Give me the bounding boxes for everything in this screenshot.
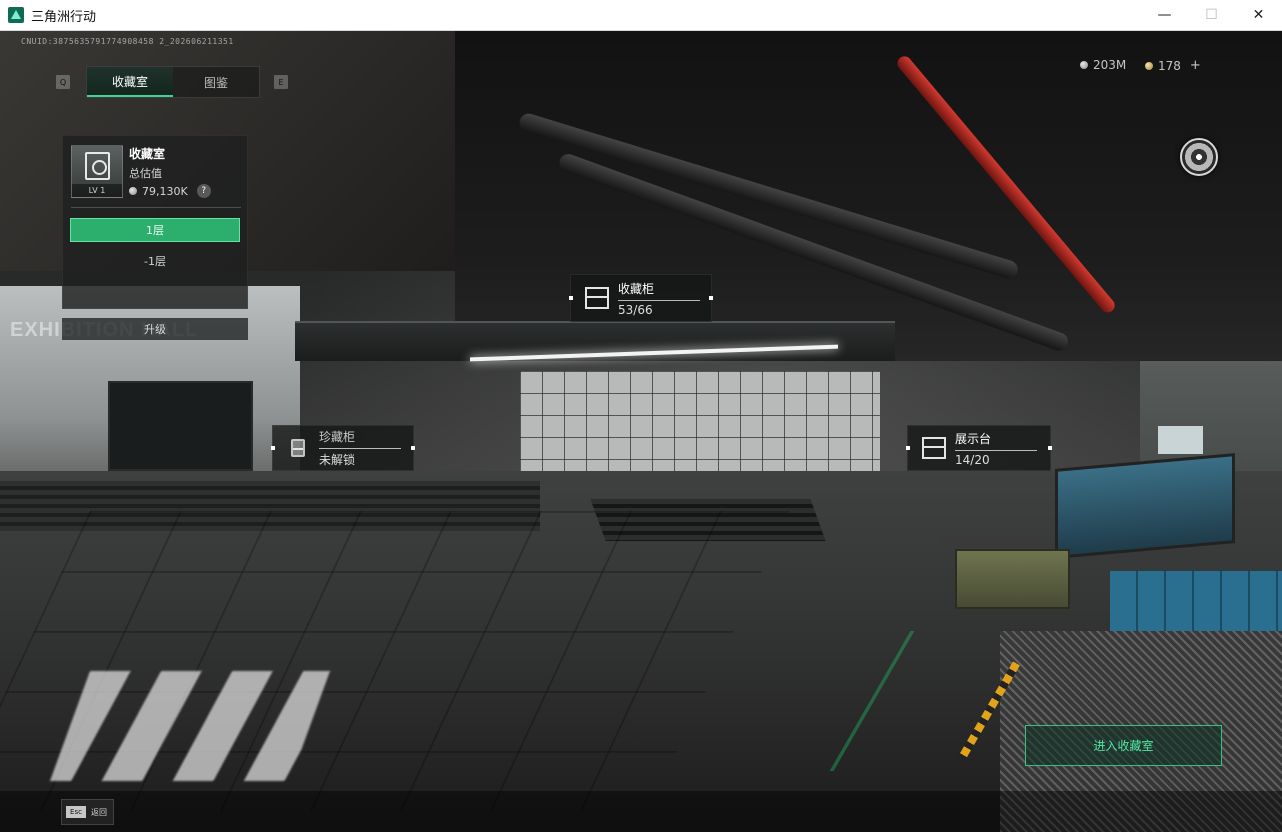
lock-icon xyxy=(291,439,305,457)
display-stand-icon xyxy=(922,437,946,459)
hotspot-count: 14/20 xyxy=(955,452,990,467)
hotspot-count: 53/66 xyxy=(618,302,653,317)
enter-collection-room-button[interactable]: 进入收藏室 xyxy=(1025,725,1222,766)
silver-currency: 203M xyxy=(1080,58,1126,72)
hotspot-marker xyxy=(709,296,713,300)
total-value: 79,130K ? xyxy=(129,184,211,198)
collection-room-panel: LV 1 收藏室 总估值 79,130K ? 1层 -1层 xyxy=(62,135,248,309)
total-value-label: 总估值 xyxy=(129,167,162,180)
floor-b1-button[interactable]: -1层 xyxy=(70,249,240,273)
collection-room-thumbnail: LV 1 xyxy=(71,145,123,198)
gold-currency: 178 + xyxy=(1145,58,1201,73)
hotspot-marker xyxy=(411,446,415,450)
hotspot-status: 未解锁 xyxy=(319,453,356,467)
back-label: 返回 xyxy=(91,807,107,817)
wall-screen xyxy=(1158,426,1203,454)
gold-amount: 178 xyxy=(1158,58,1181,73)
help-icon[interactable]: ? xyxy=(196,184,211,198)
prev-tab-key[interactable]: Q xyxy=(56,75,70,89)
cabinet-icon xyxy=(585,287,609,309)
vault-icon xyxy=(85,152,110,180)
hotspot-title: 收藏柜 xyxy=(618,280,700,301)
window-title: 三角洲行动 xyxy=(31,9,97,25)
tab-group: 收藏室 图鉴 xyxy=(86,66,260,98)
next-tab-key[interactable]: E xyxy=(274,75,288,89)
minimize-button[interactable]: — xyxy=(1141,0,1188,31)
divider xyxy=(71,207,241,208)
esc-key-icon: Esc xyxy=(66,806,86,818)
hotspot-marker xyxy=(906,446,910,450)
tab-codex[interactable]: 图鉴 xyxy=(173,67,259,97)
hotspot-display-stand[interactable]: 展示台 14/20 xyxy=(906,425,1052,471)
close-button[interactable]: ✕ xyxy=(1235,0,1282,31)
display-shelves xyxy=(520,371,880,476)
gold-coin-icon xyxy=(1145,61,1153,70)
silver-coin-icon xyxy=(129,187,137,195)
collection-room-scene[interactable]: EXHIBITION HALL CNUID:387563579177490845… xyxy=(0,31,1282,832)
hotspot-rare-cabinet[interactable]: 珍藏柜 未解锁 xyxy=(271,425,415,471)
hotspot-marker xyxy=(569,296,573,300)
monitors xyxy=(1055,453,1235,559)
hotspot-marker xyxy=(271,446,275,450)
hotspot-collection-cabinet[interactable]: 收藏柜 53/66 xyxy=(569,274,713,322)
music-disc-icon[interactable] xyxy=(1180,138,1218,176)
floor-lights xyxy=(49,671,331,781)
panel-title: 收藏室 xyxy=(129,147,166,161)
back-button[interactable]: Esc 返回 xyxy=(61,799,114,825)
top-tabs: Q 收藏室 图鉴 E xyxy=(56,66,288,98)
silver-coin-icon xyxy=(1080,61,1088,69)
hall-window xyxy=(108,381,253,471)
hotspot-title: 展示台 xyxy=(955,430,1037,451)
hotspot-title: 珍藏柜 xyxy=(319,428,401,449)
add-currency-button[interactable]: + xyxy=(1190,58,1201,73)
hotspot-marker xyxy=(1048,446,1052,450)
total-value-amount: 79,130K xyxy=(142,184,188,198)
maximize-button[interactable]: ☐ xyxy=(1188,0,1235,31)
upgrade-button[interactable]: 升级 xyxy=(62,318,248,340)
bottom-bar xyxy=(0,791,1282,832)
window-titlebar[interactable]: 三角洲行动 — ☐ ✕ xyxy=(0,0,1282,31)
window-controls: — ☐ ✕ xyxy=(1141,0,1282,31)
tab-collection-room[interactable]: 收藏室 xyxy=(87,67,173,97)
ammo-crate xyxy=(955,549,1070,609)
user-id-text: CNUID:3875635791774908458 2_202606211351 xyxy=(21,37,234,46)
floor-1-button[interactable]: 1层 xyxy=(70,218,240,242)
room-level: LV 1 xyxy=(72,184,122,197)
silver-amount: 203M xyxy=(1093,58,1127,72)
app-logo-icon xyxy=(8,7,24,23)
lockers xyxy=(1110,571,1282,631)
